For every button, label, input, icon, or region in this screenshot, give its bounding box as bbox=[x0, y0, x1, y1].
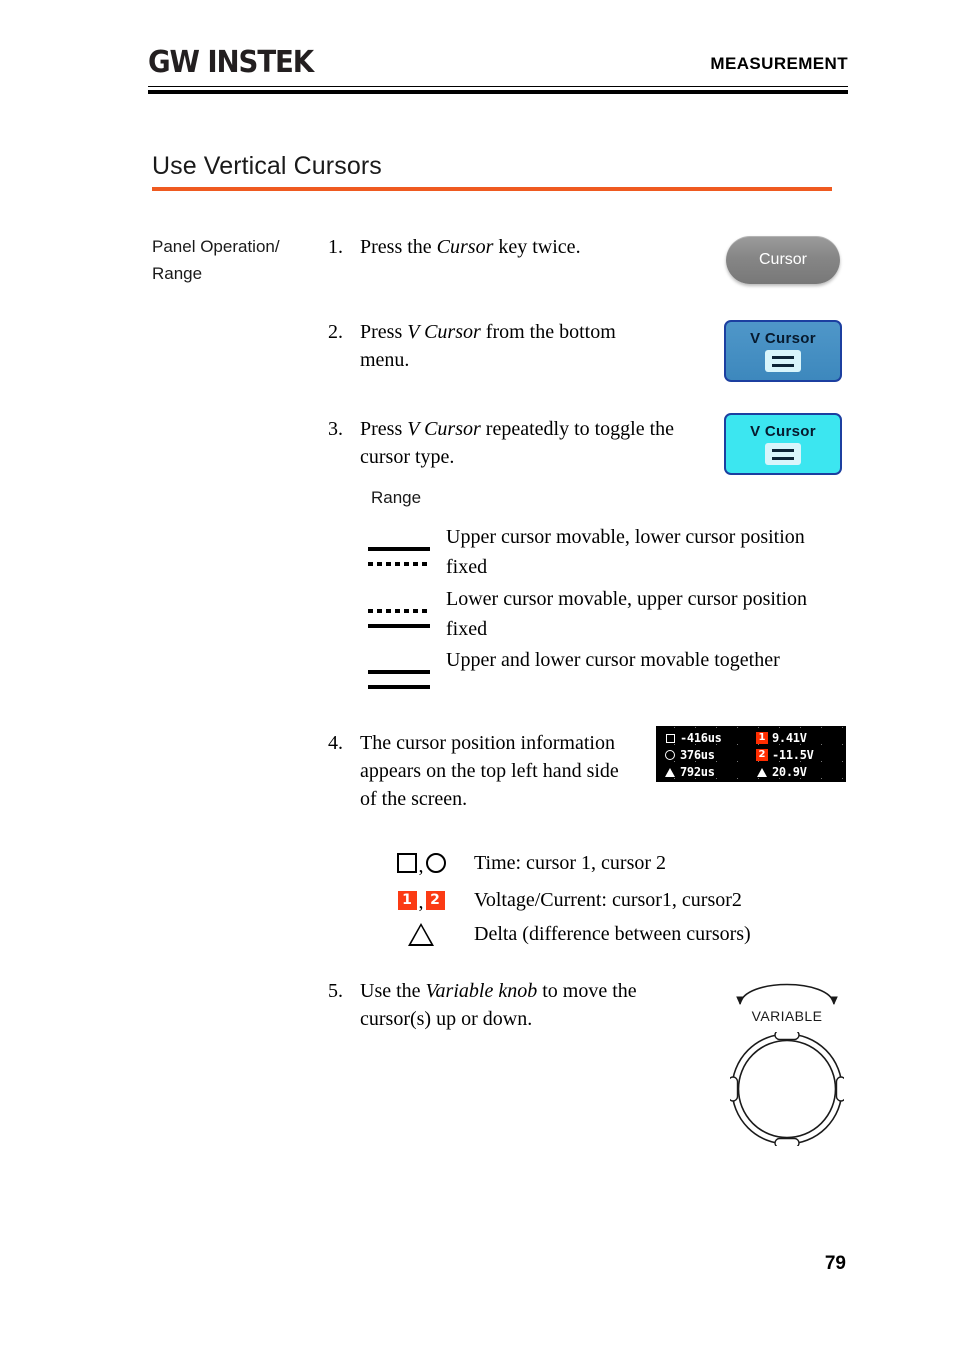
step-text: The cursor position information appears … bbox=[360, 732, 619, 810]
step-item-4: 4. The cursor position information appea… bbox=[328, 729, 628, 813]
step-number: 4. bbox=[328, 732, 343, 754]
step-number: 5. bbox=[328, 980, 343, 1002]
scope-delta-time: 792us bbox=[680, 765, 715, 779]
range-subtitle: Range bbox=[371, 488, 422, 507]
legend-item-delta: Delta (difference between cursors) bbox=[368, 917, 848, 951]
page-title: Use Vertical Cursors bbox=[152, 152, 382, 180]
cursor-hardware-key[interactable]: Cursor bbox=[726, 236, 840, 284]
step-text: Press V Cursor from the bottom menu. bbox=[360, 321, 616, 371]
header-rule-thin bbox=[148, 86, 848, 87]
comma-separator: , bbox=[418, 891, 424, 913]
legend-label: Voltage/Current: cursor1, cursor2 bbox=[474, 888, 742, 911]
scope-delta-voltage: 20.9V bbox=[772, 765, 807, 779]
step-number: 1. bbox=[328, 236, 343, 258]
scope-voltage-cursor2: -11.5V bbox=[772, 748, 814, 762]
section-accent-rule bbox=[152, 187, 832, 191]
badge-1-icon: 1 bbox=[752, 732, 772, 744]
v-cursor-softkey-label: V Cursor bbox=[750, 423, 816, 440]
dashed-over-solid-cursor-icon bbox=[368, 583, 446, 639]
solid-over-dashed-cursor-icon bbox=[368, 521, 446, 577]
variable-knob-label: VARIABLE bbox=[751, 1008, 823, 1024]
square-marker-icon bbox=[660, 733, 680, 743]
delta-triangle-icon bbox=[408, 922, 434, 946]
two-horizontal-lines-icon bbox=[765, 350, 801, 372]
oscilloscope-cursor-readout: -416us 1 9.41V 376us 2 -11.5V 792us 20.9… bbox=[656, 726, 846, 782]
scope-time-cursor1: -416us bbox=[680, 731, 722, 745]
comma-separator: , bbox=[418, 855, 424, 877]
page-header: GW INSTEK MEASUREMENT bbox=[148, 48, 848, 104]
triangle-icon-wrap bbox=[368, 917, 474, 951]
step-item-1: 1. Press the Cursor key twice. bbox=[328, 233, 658, 261]
legend-item-voltage: 1 , 2 Voltage/Current: cursor1, cursor2 bbox=[368, 884, 848, 916]
badge-2-icon: 2 bbox=[425, 890, 445, 910]
step-text: Press V Cursor repeatedly to toggle the … bbox=[360, 418, 675, 468]
scope-time-cursor2: 376us bbox=[680, 748, 715, 762]
v-cursor-softkey-blue[interactable]: V Cursor bbox=[724, 320, 842, 382]
two-horizontal-lines-icon bbox=[765, 443, 801, 465]
scope-readout-row: 792us 20.9V bbox=[660, 764, 842, 780]
variable-knob-illustration: VARIABLE bbox=[714, 972, 860, 1152]
badge-2-icon: 2 bbox=[752, 749, 772, 761]
page-number: 79 bbox=[824, 1253, 846, 1274]
range-option-text: Lower cursor movable, upper cursor posit… bbox=[446, 588, 808, 640]
variable-knob-dial[interactable] bbox=[730, 1032, 844, 1146]
badge-1-icon: 1 bbox=[397, 890, 417, 910]
scope-readout-row: -416us 1 9.41V bbox=[660, 730, 842, 746]
step-number: 2. bbox=[328, 321, 343, 343]
legend-label: Time: cursor 1, cursor 2 bbox=[474, 851, 667, 874]
range-option-row: Upper cursor movable, lower cursor posit… bbox=[368, 521, 838, 582]
delta-triangle-icon bbox=[660, 767, 680, 777]
gw-instek-logo: GW INSTEK bbox=[148, 45, 314, 80]
v-cursor-softkey-label: V Cursor bbox=[750, 330, 816, 347]
header-chapter-title: MEASUREMENT bbox=[710, 54, 848, 73]
legend-label: Delta (difference between cursors) bbox=[474, 922, 751, 945]
header-rule-thick bbox=[148, 90, 848, 94]
range-option-text: Upper and lower cursor movable together bbox=[446, 649, 780, 671]
cursor-key-label: Cursor bbox=[758, 251, 807, 268]
delta-triangle-icon bbox=[752, 767, 772, 777]
legend-item-time: , Time: cursor 1, cursor 2 bbox=[368, 846, 848, 880]
square-icon bbox=[396, 853, 417, 873]
circle-marker-icon bbox=[660, 750, 680, 760]
v-cursor-softkey-cyan[interactable]: V Cursor bbox=[724, 413, 842, 475]
rotation-arrow-icon bbox=[736, 983, 838, 1005]
scope-readout-row: 376us 2 -11.5V bbox=[660, 747, 842, 763]
step-text: Press the Cursor key twice. bbox=[360, 236, 581, 258]
range-option-row: Lower cursor movable, upper cursor posit… bbox=[368, 583, 838, 644]
panel-operation-label: Panel Operation/ Range bbox=[152, 237, 280, 283]
square-and-circle-icons: , bbox=[368, 846, 474, 880]
step-item-3: 3. Press V Cursor repeatedly to toggle t… bbox=[328, 415, 728, 471]
range-option-text: Upper cursor movable, lower cursor posit… bbox=[446, 526, 805, 578]
step-text: Use the Variable knob to move the cursor… bbox=[360, 980, 637, 1030]
solid-over-solid-cursor-icon bbox=[368, 644, 446, 700]
step-number: 3. bbox=[328, 418, 343, 440]
step-item-2: 2. Press V Cursor from the bottom menu. bbox=[328, 318, 658, 374]
range-option-row: Upper and lower cursor movable together bbox=[368, 644, 838, 700]
scope-voltage-cursor1: 9.41V bbox=[772, 731, 807, 745]
step-item-5: 5. Use the Variable knob to move the cur… bbox=[328, 977, 698, 1033]
badge-1-and-badge-2-icons: 1 , 2 bbox=[368, 884, 474, 916]
circle-icon bbox=[425, 853, 446, 873]
